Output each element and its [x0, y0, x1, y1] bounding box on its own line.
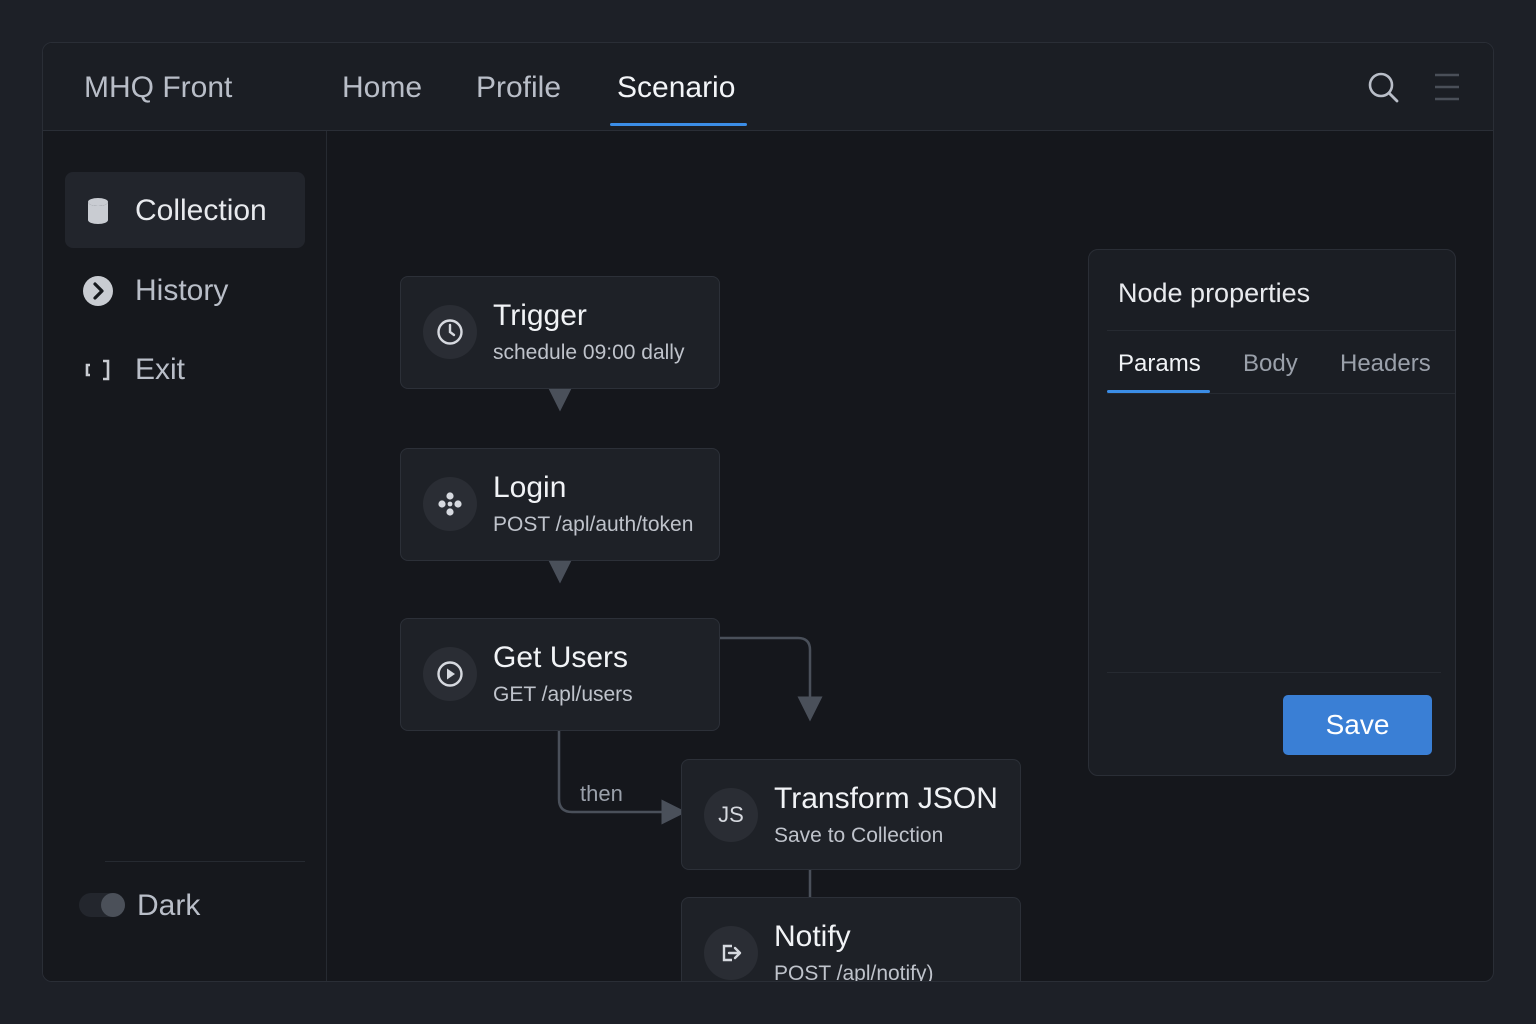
- tab-scenario[interactable]: Scenario: [617, 71, 735, 105]
- node-get-users[interactable]: Get Users GET /apl/users: [400, 618, 720, 731]
- node-properties-panel: Node properties Params Body Headers Save: [1088, 249, 1456, 776]
- theme-toggle-label: Dark: [137, 889, 201, 922]
- sidebar: Collection History Exit Dark: [43, 131, 327, 981]
- play-circle-icon: [423, 647, 477, 701]
- tab-profile[interactable]: Profile: [476, 71, 561, 105]
- save-button[interactable]: Save: [1283, 695, 1432, 755]
- edge-getusers-transform-top: [720, 636, 823, 722]
- database-icon: [88, 198, 108, 224]
- tab-headers[interactable]: Headers: [1340, 350, 1431, 378]
- menu-icon[interactable]: [1429, 69, 1465, 105]
- sidebar-item-history[interactable]: History: [65, 252, 305, 328]
- node-notify[interactable]: Notify POST /apl/notify): [681, 897, 1021, 982]
- tab-params[interactable]: Params: [1118, 350, 1201, 378]
- node-title: Transform JSON: [774, 782, 998, 815]
- node-transform-json[interactable]: JS Transform JSON Save to Collection: [681, 759, 1021, 870]
- forward-icon: [704, 926, 758, 980]
- sidebar-item-collection[interactable]: Collection: [65, 172, 305, 248]
- panel-title: Node properties: [1118, 278, 1311, 308]
- sidebar-item-exit[interactable]: Exit: [65, 331, 305, 407]
- node-subtitle: POST /apl/notify): [774, 962, 934, 982]
- node-title: Get Users: [493, 641, 629, 674]
- sidebar-divider: [105, 861, 305, 862]
- node-title: Notify: [774, 920, 851, 953]
- sidebar-item-label: Collection: [135, 194, 267, 227]
- top-bar: MHQ Front Home Profile Scenario: [43, 43, 1493, 131]
- edge-label: then: [580, 781, 623, 806]
- node-trigger[interactable]: Trigger schedule 09:00 dally: [400, 276, 720, 389]
- sidebar-item-label: History: [135, 274, 229, 307]
- tab-home[interactable]: Home: [342, 71, 422, 105]
- clock-icon: [423, 305, 477, 359]
- node-login[interactable]: Login POST /apl/auth/token: [400, 448, 720, 561]
- app-window: MHQ Front Home Profile Scenario Collecti…: [42, 42, 1494, 982]
- divider: [1107, 672, 1441, 673]
- flow-canvas: then Trigger schedule 09:00 dally Login …: [328, 131, 1493, 981]
- theme-toggle[interactable]: [79, 893, 125, 917]
- divider: [1107, 330, 1455, 331]
- toggle-knob: [101, 893, 125, 917]
- node-title: Login: [493, 471, 567, 504]
- node-title: Trigger: [493, 299, 587, 332]
- node-subtitle: Save to Collection: [774, 824, 944, 847]
- nodes-icon: [423, 477, 477, 531]
- node-subtitle: GET /apl/users: [493, 683, 633, 706]
- tab-body[interactable]: Body: [1243, 350, 1298, 378]
- divider: [1107, 393, 1455, 394]
- js-icon: JS: [704, 788, 758, 842]
- node-subtitle: schedule 09:00 dally: [493, 341, 685, 364]
- exit-icon: [85, 359, 110, 381]
- sidebar-item-label: Exit: [135, 353, 186, 386]
- active-tab-indicator: [610, 123, 747, 126]
- search-icon[interactable]: [1365, 69, 1401, 105]
- chevron-right-circle-icon: [83, 276, 113, 306]
- node-subtitle: POST /apl/auth/token: [493, 513, 694, 536]
- app-title: MHQ Front: [84, 71, 233, 104]
